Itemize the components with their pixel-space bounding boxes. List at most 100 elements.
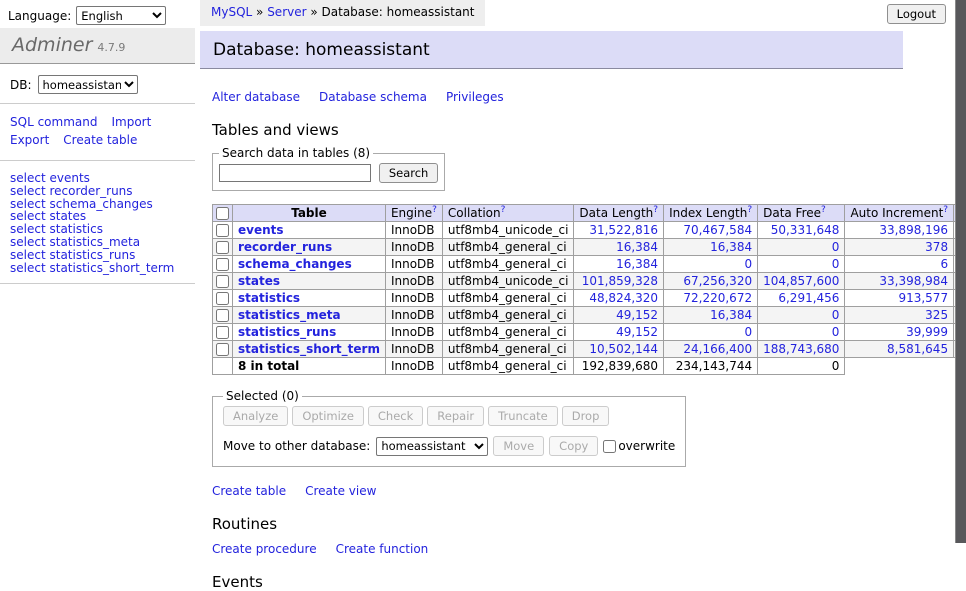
search-input[interactable] — [219, 164, 371, 182]
table-name-link[interactable]: statistics_runs — [238, 325, 336, 339]
auto-increment-link[interactable]: 325 — [925, 308, 948, 322]
row-checkbox[interactable] — [216, 258, 229, 271]
help-icon[interactable]: ? — [653, 205, 658, 215]
auto-increment-link[interactable]: 8,581,645 — [887, 342, 948, 356]
sidebar-link[interactable]: Create table — [63, 133, 137, 148]
data-free-link[interactable]: 104,857,600 — [763, 274, 839, 288]
data-length-link[interactable]: 49,152 — [616, 325, 658, 339]
breadcrumb-item[interactable]: MySQL — [211, 5, 252, 19]
db-select[interactable]: homeassistant — [38, 75, 138, 94]
sidebar-link[interactable]: Import — [111, 115, 151, 130]
index-length-link[interactable]: 70,467,584 — [683, 223, 752, 237]
data-free-link[interactable]: 0 — [832, 308, 840, 322]
move-row: Move to other database: homeassistant Move… — [223, 436, 675, 456]
data-length-link[interactable]: 10,502,144 — [589, 342, 658, 356]
auto-increment-link[interactable]: 39,999 — [906, 325, 948, 339]
repair-button[interactable]: Repair — [427, 406, 484, 426]
data-free-link[interactable]: 6,291,456 — [778, 291, 839, 305]
help-icon[interactable]: ? — [821, 205, 826, 215]
data-length-link[interactable]: 16,384 — [616, 257, 658, 271]
help-sup: ? — [747, 205, 752, 215]
column-header: Data Length? — [574, 205, 664, 222]
check-button[interactable]: Check — [368, 406, 423, 426]
select-all-checkbox[interactable] — [216, 207, 229, 220]
data-free-link[interactable]: 188,743,680 — [763, 342, 839, 356]
analyze-button[interactable]: Analyze — [223, 406, 288, 426]
move-button[interactable]: Move — [493, 436, 544, 456]
row-checkbox[interactable] — [216, 309, 229, 322]
help-sup: ? — [501, 205, 506, 215]
data-length-link[interactable]: 48,824,320 — [589, 291, 658, 305]
language-select[interactable]: English — [76, 6, 166, 25]
help-icon[interactable]: ? — [747, 205, 752, 215]
db-action-link[interactable]: Alter database — [212, 90, 300, 104]
search-button[interactable]: Search — [379, 163, 439, 183]
row-checkbox[interactable] — [216, 326, 229, 339]
collation-cell: utf8mb4_general_ci — [442, 324, 574, 341]
routine-link[interactable]: Create function — [336, 542, 429, 556]
help-icon[interactable]: ? — [501, 205, 506, 215]
data-free-link[interactable]: 0 — [832, 325, 840, 339]
auto-increment-cell: 33,398,984 — [845, 273, 954, 290]
index-length-link[interactable]: 72,220,672 — [683, 291, 752, 305]
data-length-link[interactable]: 31,522,816 — [589, 223, 658, 237]
sidebar-table-link[interactable]: statistics_short_term — [49, 261, 174, 275]
db-action-link[interactable]: Database schema — [319, 90, 427, 104]
engine-cell: InnoDB — [385, 290, 442, 307]
routine-link[interactable]: Create procedure — [212, 542, 317, 556]
drop-button[interactable]: Drop — [562, 406, 610, 426]
index-length-link[interactable]: 16,384 — [710, 240, 752, 254]
data-length-link[interactable]: 49,152 — [616, 308, 658, 322]
move-label: Move to other database: — [223, 439, 370, 453]
auto-increment-link[interactable]: 6 — [940, 257, 948, 271]
table-name-link[interactable]: events — [238, 223, 284, 237]
truncate-button[interactable]: Truncate — [488, 406, 558, 426]
sidebar-select-link[interactable]: select — [10, 261, 46, 275]
row-checkbox[interactable] — [216, 292, 229, 305]
total-index-length-cell: 234,143,744 — [664, 358, 758, 375]
table-name-link[interactable]: statistics_short_term — [238, 342, 380, 356]
auto-increment-link[interactable]: 33,898,196 — [879, 223, 948, 237]
row-checkbox[interactable] — [216, 275, 229, 288]
help-icon[interactable]: ? — [432, 205, 437, 215]
optimize-button[interactable]: Optimize — [292, 406, 364, 426]
sidebar-header: Adminer4.7.9 — [0, 28, 195, 64]
auto-increment-link[interactable]: 913,577 — [898, 291, 948, 305]
row-checkbox[interactable] — [216, 343, 229, 356]
table-name-link[interactable]: statistics_meta — [238, 308, 341, 322]
index-length-link[interactable]: 16,384 — [710, 308, 752, 322]
data-length-link[interactable]: 16,384 — [616, 240, 658, 254]
sidebar-link[interactable]: SQL command — [10, 115, 97, 130]
row-checkbox[interactable] — [216, 224, 229, 237]
auto-increment-link[interactable]: 33,398,984 — [879, 274, 948, 288]
index-length-link[interactable]: 24,166,400 — [683, 342, 752, 356]
table-name-link[interactable]: statistics — [238, 291, 300, 305]
page-title: Database: homeassistant — [200, 31, 903, 69]
collation-cell: utf8mb4_unicode_ci — [442, 273, 574, 290]
data-length-link[interactable]: 101,859,328 — [582, 274, 658, 288]
sidebar-link[interactable]: Export — [10, 133, 49, 148]
data-free-link[interactable]: 0 — [832, 257, 840, 271]
auto-increment-cell: 6 — [845, 256, 954, 273]
row-checkbox[interactable] — [216, 241, 229, 254]
table-name-link[interactable]: states — [238, 274, 280, 288]
create-link[interactable]: Create table — [212, 484, 286, 498]
overwrite-checkbox[interactable] — [603, 440, 616, 453]
index-length-link[interactable]: 0 — [744, 257, 752, 271]
table-name-link[interactable]: schema_changes — [238, 257, 352, 271]
auto-increment-link[interactable]: 378 — [925, 240, 948, 254]
data-free-link[interactable]: 50,331,648 — [771, 223, 840, 237]
help-icon[interactable]: ? — [943, 205, 948, 215]
move-db-select[interactable]: homeassistant — [376, 437, 488, 456]
db-action-link[interactable]: Privileges — [446, 90, 504, 104]
index-length-link[interactable]: 67,256,320 — [683, 274, 752, 288]
index-length-link[interactable]: 0 — [744, 325, 752, 339]
collation-cell: utf8mb4_general_ci — [442, 307, 574, 324]
table-name-link[interactable]: recorder_runs — [238, 240, 332, 254]
breadcrumb-item[interactable]: Server — [267, 5, 306, 19]
data-free-link[interactable]: 0 — [832, 240, 840, 254]
adminer-brand-link[interactable]: Adminer — [12, 34, 92, 56]
copy-button[interactable]: Copy — [549, 436, 598, 456]
scrollbar[interactable] — [955, 0, 966, 543]
create-link[interactable]: Create view — [305, 484, 376, 498]
